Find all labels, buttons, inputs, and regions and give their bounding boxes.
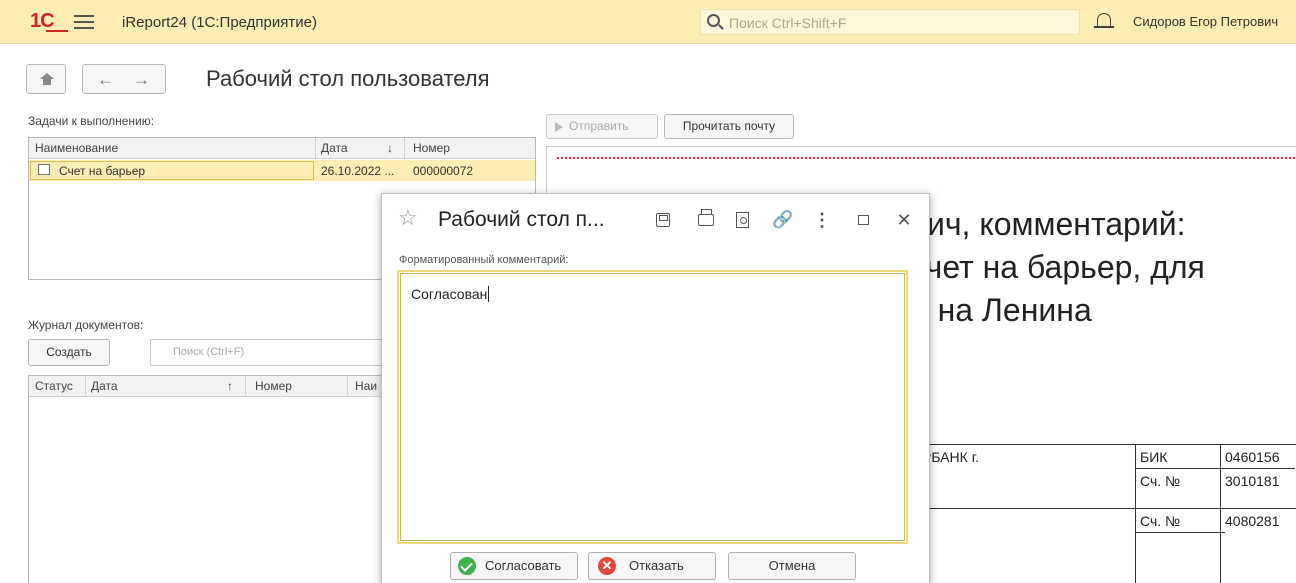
send-button[interactable]: Отправить [546, 114, 658, 139]
column-header-status[interactable]: Статус [35, 379, 73, 393]
approve-button[interactable]: Согласовать [450, 552, 578, 580]
dialog-title: Рабочий стол п... [438, 208, 605, 231]
sort-asc-icon: ↑ [227, 379, 233, 393]
journal-table-header: Статус Дата ↑ Номер Наи [29, 376, 387, 397]
account-value-2: 4080281 [1225, 513, 1280, 529]
bik-value: 0460156 [1225, 449, 1280, 465]
column-header-date[interactable]: Дата [321, 141, 348, 155]
tasks-table-header: Наименование Дата ↓ Номер [29, 138, 535, 159]
sort-desc-icon: ↓ [387, 141, 393, 155]
reject-button[interactable]: ✕ Отказать [588, 552, 716, 580]
save-icon[interactable] [656, 213, 670, 227]
journal-search-input[interactable]: Поиск (Ctrl+F) [150, 339, 390, 366]
comment-field-label: Форматированный комментарий: [399, 254, 569, 266]
column-header-name[interactable]: Наименование [35, 141, 118, 155]
preview-icon[interactable] [736, 212, 749, 228]
bank-name-fragment: РБАНК г. [922, 449, 979, 465]
user-name[interactable]: Сидоров Егор Петрович [1133, 14, 1278, 29]
comment-dialog: ☆ Рабочий стол п... 🔗 ⋮ ✕ Форматированны… [381, 193, 930, 583]
account-label-2: Сч. № [1140, 513, 1181, 529]
close-icon[interactable]: ✕ [894, 210, 914, 230]
journal-search-placeholder: Поиск (Ctrl+F) [173, 346, 245, 358]
document-line-2: счет на барьер, для [910, 249, 1205, 285]
app-title: iReport24 (1С:Предприятие) [122, 14, 317, 31]
maximize-icon[interactable] [858, 215, 869, 225]
column-header-name[interactable]: Наи [355, 379, 377, 393]
play-icon [555, 122, 563, 132]
column-header-date[interactable]: Дата [91, 379, 118, 393]
link-icon[interactable]: 🔗 [772, 210, 793, 230]
document-line-1: вич, комментарий: [910, 206, 1186, 242]
document-icon [38, 164, 50, 175]
star-icon[interactable]: ☆ [398, 205, 418, 231]
home-icon [40, 73, 54, 85]
home-button[interactable] [26, 64, 66, 94]
account-value-1: 3010181 [1225, 473, 1280, 489]
search-icon [707, 14, 720, 27]
document-line-3: л на Ленина [910, 292, 1092, 328]
column-header-number[interactable]: Номер [413, 141, 450, 155]
top-bar: 1С iReport24 (1С:Предприятие) Поиск Ctrl… [0, 0, 1296, 44]
column-header-number[interactable]: Номер [255, 379, 292, 393]
nav-history-buttons: ← → [82, 64, 166, 94]
more-icon[interactable]: ⋮ [812, 210, 832, 230]
reject-circle-icon: ✕ [598, 557, 616, 575]
logo-1c[interactable]: 1С [30, 10, 68, 34]
task-date: 26.10.2022 ... [321, 164, 395, 178]
journal-table[interactable]: Статус Дата ↑ Номер Наи [28, 375, 388, 583]
journal-label: Журнал документов: [28, 318, 144, 332]
cancel-button[interactable]: Отмена [728, 552, 856, 580]
table-row[interactable]: Счет на барьер 26.10.2022 ... 000000072 [29, 160, 535, 181]
bik-label: БИК [1140, 449, 1168, 465]
account-label-1: Сч. № [1140, 473, 1181, 489]
bell-icon[interactable] [1094, 13, 1114, 28]
comment-textarea[interactable]: Согласован [397, 270, 908, 544]
print-icon[interactable] [698, 209, 714, 226]
tasks-label: Задачи к выполнению: [28, 114, 155, 128]
global-search-input[interactable]: Поиск Ctrl+Shift+F [700, 9, 1080, 35]
create-button[interactable]: Создать [28, 339, 110, 366]
comment-value: Согласован [411, 286, 488, 302]
task-name: Счет на барьер [59, 164, 146, 178]
check-circle-icon [458, 557, 476, 575]
read-mail-button[interactable]: Прочитать почту [664, 114, 794, 139]
global-search-placeholder: Поиск Ctrl+Shift+F [729, 15, 847, 31]
back-arrow-icon[interactable]: ← [97, 70, 114, 90]
menu-icon[interactable] [74, 14, 94, 30]
forward-arrow-icon[interactable]: → [133, 70, 150, 90]
page-title: Рабочий стол пользователя [206, 66, 490, 91]
task-number: 000000072 [413, 164, 474, 178]
